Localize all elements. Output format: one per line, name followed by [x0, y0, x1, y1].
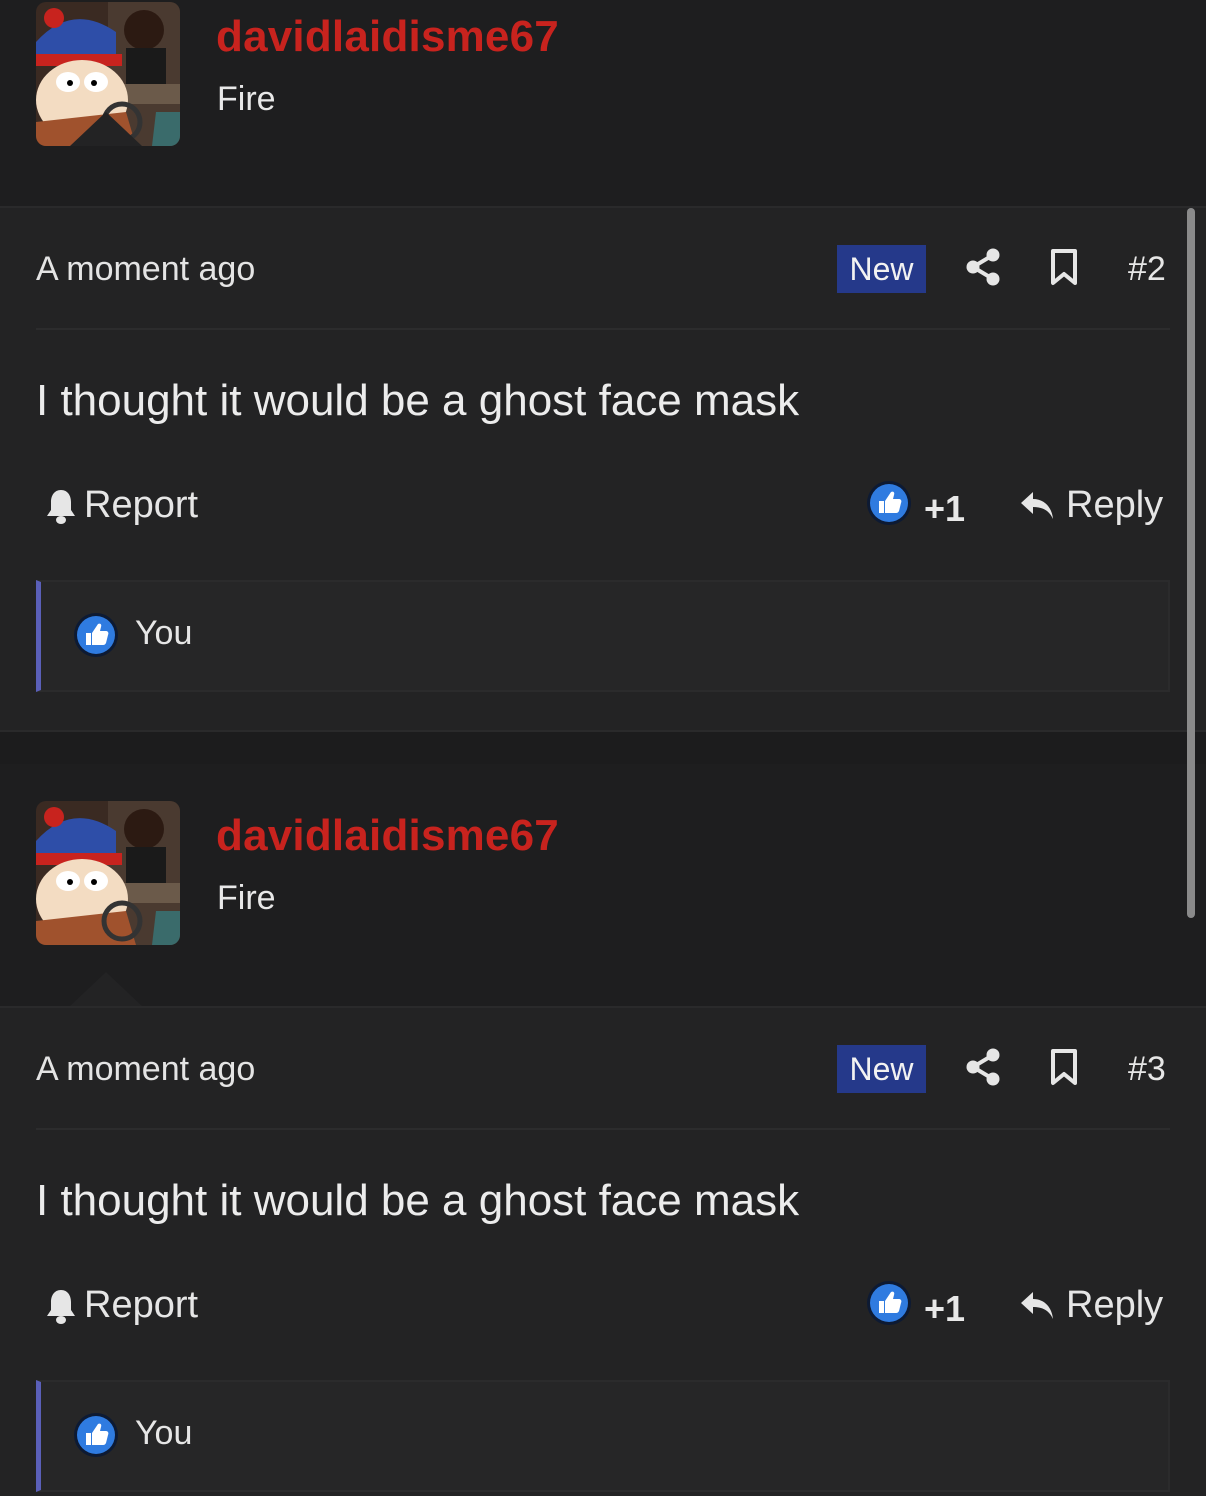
reply-arrow-icon	[1021, 491, 1053, 519]
like-count[interactable]: +1	[924, 1288, 965, 1330]
user-title: Fire	[217, 80, 276, 118]
share-icon[interactable]	[966, 1048, 1002, 1091]
reply-button[interactable]: Reply	[1018, 1284, 1163, 1327]
post-number[interactable]: #2	[1128, 250, 1166, 289]
post-separator	[0, 730, 1206, 766]
reaction-user[interactable]: You	[135, 1414, 192, 1453]
post-caret	[70, 972, 142, 1006]
post-message: I thought it would be a ghost face mask	[36, 1176, 800, 1225]
post-timestamp[interactable]: A moment ago	[36, 250, 255, 289]
reactions-list[interactable]: You	[36, 580, 1170, 692]
post-user-header: davidlaidisme67 Fire	[0, 764, 1206, 1006]
post-number[interactable]: #3	[1128, 1050, 1166, 1089]
bookmark-icon[interactable]	[1050, 1048, 1078, 1091]
scrollbar[interactable]	[1187, 208, 1195, 918]
username[interactable]: davidlaidisme67	[216, 12, 559, 62]
divider	[36, 328, 1170, 330]
post-body: A moment ago New #3 I thought it would b…	[0, 1006, 1206, 1496]
thumbs-up-icon	[73, 1412, 119, 1463]
reaction-user[interactable]: You	[135, 614, 192, 653]
thumbs-up-icon[interactable]	[866, 480, 912, 531]
report-button[interactable]: Report	[44, 1284, 198, 1327]
user-title: Fire	[217, 879, 276, 917]
bell-icon	[47, 1289, 75, 1324]
username[interactable]: davidlaidisme67	[216, 811, 559, 861]
post-user-header: davidlaidisme67 Fire	[0, 0, 1206, 146]
post-caret	[70, 112, 142, 146]
new-badge: New	[837, 245, 926, 293]
report-label: Report	[84, 484, 199, 526]
divider	[36, 1128, 1170, 1130]
avatar[interactable]	[36, 801, 180, 945]
like-count[interactable]: +1	[924, 488, 965, 530]
post-body: A moment ago New #2 I thought it would b…	[0, 206, 1206, 732]
post-message: I thought it would be a ghost face mask	[36, 376, 800, 425]
share-icon[interactable]	[966, 248, 1002, 291]
thumbs-up-icon	[73, 612, 119, 663]
report-button[interactable]: Report	[44, 484, 198, 527]
reply-label: Reply	[1066, 1284, 1164, 1326]
reply-button[interactable]: Reply	[1018, 484, 1163, 527]
new-badge: New	[837, 1045, 926, 1093]
post-timestamp[interactable]: A moment ago	[36, 1050, 255, 1089]
reply-label: Reply	[1066, 484, 1164, 526]
reply-arrow-icon	[1021, 1291, 1053, 1319]
bell-icon	[47, 489, 75, 524]
reactions-list[interactable]: You	[36, 1380, 1170, 1492]
bookmark-icon[interactable]	[1050, 248, 1078, 291]
thumbs-up-icon[interactable]	[866, 1280, 912, 1331]
report-label: Report	[84, 1284, 199, 1326]
